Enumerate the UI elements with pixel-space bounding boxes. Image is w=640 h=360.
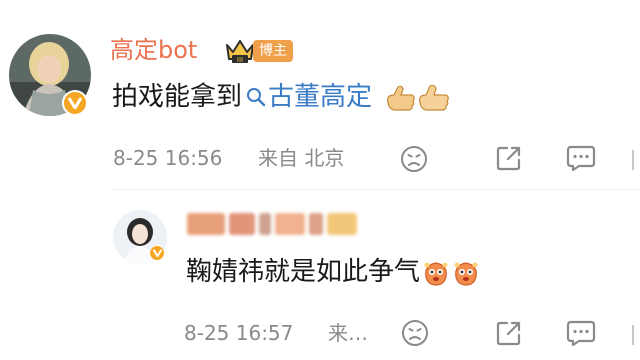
comment-icon[interactable] [565, 143, 597, 173]
comment-text: 拍戏能拿到 古董高定 [112, 80, 452, 114]
search-icon [247, 88, 266, 107]
blogger-label: 博主 [253, 40, 293, 62]
comment-icon[interactable] [565, 318, 597, 348]
reply-username-blurred[interactable] [187, 213, 377, 239]
thumbs-up-emoji-icon [384, 81, 452, 113]
reply-text-content: 鞠婧祎就是如此争气 [186, 257, 421, 287]
comment-text-prefix: 拍戏能拿到 [112, 82, 243, 112]
divider [112, 189, 640, 190]
reply-text: 鞠婧祎就是如此争气 [186, 254, 480, 290]
comment-location: 来自 北京 [258, 146, 345, 170]
topic-link-text: 古董高定 [268, 82, 373, 112]
dislike-face-icon[interactable] [399, 144, 429, 174]
crown-icon: III [226, 40, 254, 64]
crown-level-text: III [237, 56, 243, 64]
dislike-face-icon[interactable] [400, 318, 430, 348]
excited-emoji-icon [422, 257, 480, 287]
share-icon[interactable] [494, 318, 524, 348]
more-icon-partial[interactable] [632, 325, 640, 345]
comment-time: 8-25 16:56 [113, 146, 223, 170]
more-icon-partial[interactable] [632, 150, 640, 170]
reply-location: 来… [328, 321, 368, 345]
blogger-badge: III 博主 [224, 38, 293, 64]
verified-badge-small-icon [149, 245, 165, 261]
topic-link[interactable]: 古董高定 [246, 80, 372, 114]
verified-badge-icon [62, 90, 88, 116]
username[interactable]: 高定bot [110, 35, 197, 65]
reply-time: 8-25 16:57 [184, 321, 294, 345]
share-icon[interactable] [494, 143, 524, 173]
